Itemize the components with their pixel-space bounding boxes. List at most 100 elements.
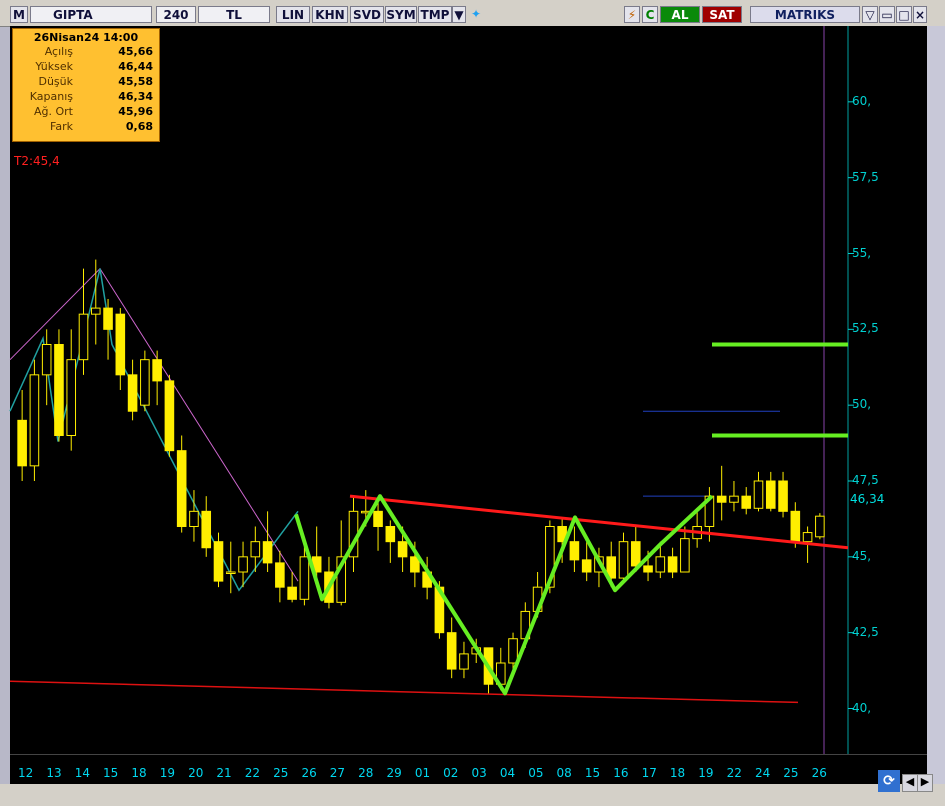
x-tick-label: 15 (103, 766, 119, 780)
candle (790, 510, 801, 543)
x-tick-label: 22 (244, 766, 261, 780)
candle (765, 480, 776, 509)
candle (29, 374, 40, 467)
y-tick-label: 57,5 (852, 169, 879, 184)
candle (299, 556, 310, 600)
info-key: Kapanış (29, 90, 73, 103)
x-tick-label: 19 (159, 766, 175, 780)
candle (90, 307, 101, 315)
x-tick-label: 01 (414, 766, 431, 780)
candle (729, 495, 739, 503)
info-row: Yüksek 46,44 (13, 59, 159, 74)
candle (630, 541, 641, 567)
candle (741, 495, 752, 509)
candle (287, 586, 297, 600)
info-key: Düşük (38, 75, 73, 88)
candle (213, 541, 224, 582)
x-tick-label: 28 (358, 766, 374, 780)
x-tick-label: 02 (443, 766, 459, 780)
x-tick-label: 03 (471, 766, 487, 780)
candle (802, 532, 813, 543)
x-tick-label: 29 (386, 766, 402, 780)
x-tick-label: 14 (74, 766, 90, 780)
x-tick-label: 17 (641, 766, 657, 780)
candle (716, 495, 727, 503)
candle (262, 541, 273, 564)
candle (189, 510, 199, 528)
x-tick-label: 27 (329, 766, 346, 780)
info-value: 45,96 (118, 105, 153, 118)
x-tick-label: 22 (726, 766, 742, 780)
candle (397, 541, 408, 558)
info-row: Açılış 45,66 (13, 44, 159, 59)
t2-label: T2:45,4 (14, 154, 60, 168)
x-tick-label: 18 (669, 766, 686, 780)
x-tick-label: 13 (46, 766, 62, 780)
candle (446, 632, 457, 670)
x-tick-label: 25 (273, 766, 289, 780)
candle (373, 510, 383, 528)
x-tick-label: 26 (811, 766, 827, 780)
candle (238, 556, 248, 573)
candle (753, 480, 764, 509)
candle (778, 480, 788, 512)
x-tick-label: 25 (783, 766, 799, 780)
candle (275, 562, 285, 588)
x-tick-label: 05 (528, 766, 544, 780)
x-tick-label: 08 (556, 766, 572, 780)
scroll-right-icon[interactable]: ▶ (917, 774, 933, 792)
info-key: Yüksek (35, 60, 73, 73)
info-date: 26Nisan24 14:00 (33, 31, 139, 44)
y-tick-label: 47,5 (852, 473, 879, 487)
candle (667, 556, 678, 573)
x-tick-label: 15 (584, 766, 601, 780)
y-tick-label: 50, (852, 397, 872, 412)
x-tick-label: 18 (131, 766, 147, 780)
candle (103, 307, 113, 330)
candle (54, 344, 64, 436)
candle (655, 556, 666, 573)
candle (459, 653, 469, 670)
y-tick-label: 40, (852, 700, 872, 715)
info-key: Ağ. Ort (34, 105, 73, 118)
candle (164, 380, 175, 452)
y-tick-label: 42,5 (852, 624, 879, 639)
ohlc-info-box: 26Nisan24 14:00 Açılış 45,66 Yüksek 46,44 Dü… (12, 28, 160, 142)
x-tick-label: 26 (301, 766, 317, 780)
info-row: Ağ. Ort 45,96 (13, 104, 159, 119)
info-key: Fark (50, 120, 73, 133)
candle (385, 526, 396, 543)
y-tick-label: 52,5 (852, 321, 879, 336)
candle (176, 450, 187, 527)
bottom-bar: ⟳ ◀ ▶ (0, 770, 945, 806)
info-value: 45,58 (118, 75, 153, 88)
candle (680, 538, 690, 573)
info-value: 46,34 (118, 90, 153, 103)
y-tick-label: 60, (852, 93, 872, 108)
info-value: 46,44 (118, 60, 153, 73)
y-tick-label: 45, (852, 548, 872, 563)
x-tick-label: 19 (698, 766, 714, 780)
info-key: Açılış (44, 45, 73, 58)
info-row: Kapanış 46,34 (13, 89, 159, 104)
last-price-tag: 46,34 (850, 492, 885, 506)
scroll-left-icon[interactable]: ◀ (902, 774, 918, 792)
refresh-icon[interactable]: ⟳ (878, 770, 900, 792)
info-row: Fark 0,68 (13, 119, 159, 134)
candle (78, 313, 89, 361)
candle (581, 559, 592, 573)
x-tick-label: 21 (216, 766, 232, 780)
x-tick-label: 16 (613, 766, 629, 780)
info-row: Düşük 45,58 (13, 74, 159, 89)
candle (225, 571, 236, 574)
candle (140, 359, 150, 406)
x-tick-label: 04 (499, 766, 516, 780)
x-tick-label: 20 (188, 766, 204, 780)
x-tick-label: 12 (18, 766, 34, 780)
info-value: 45,66 (118, 45, 153, 58)
candle (115, 313, 126, 376)
x-tick-label: 24 (754, 766, 771, 780)
candle (201, 510, 212, 549)
candle (643, 565, 653, 573)
candle (569, 541, 580, 561)
